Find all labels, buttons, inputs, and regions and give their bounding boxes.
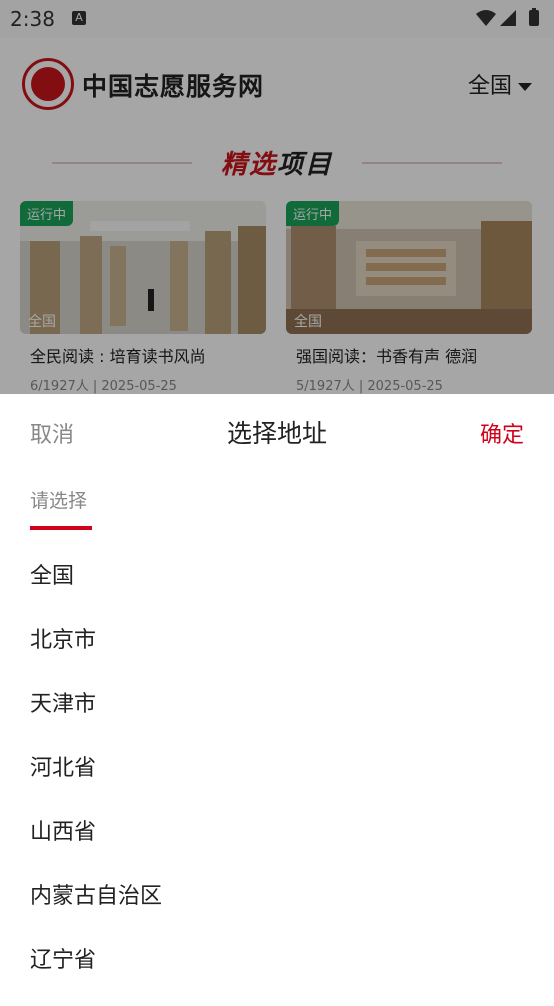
region-option[interactable]: 河北省 — [30, 750, 524, 814]
region-option[interactable]: 辽宁省 — [30, 942, 524, 1006]
region-option[interactable]: 山西省 — [30, 814, 524, 878]
picker-title: 选择地址 — [226, 419, 327, 448]
address-picker-sheet: 取消 选择地址 确定 请选择 全国 北京市 天津市 河北省 山西省 内蒙古自治区… — [0, 394, 554, 985]
region-option[interactable]: 北京市 — [30, 622, 524, 686]
modal-backdrop[interactable] — [0, 0, 554, 394]
region-option[interactable]: 全国 — [30, 558, 524, 622]
tab-please-select[interactable]: 请选择 — [30, 486, 87, 513]
region-list: 全国 北京市 天津市 河北省 山西省 内蒙古自治区 辽宁省 — [30, 558, 524, 1006]
confirm-button[interactable]: 确定 — [480, 417, 524, 449]
region-option[interactable]: 天津市 — [30, 686, 524, 750]
tab-indicator — [30, 526, 92, 530]
region-option[interactable]: 内蒙古自治区 — [30, 878, 524, 942]
